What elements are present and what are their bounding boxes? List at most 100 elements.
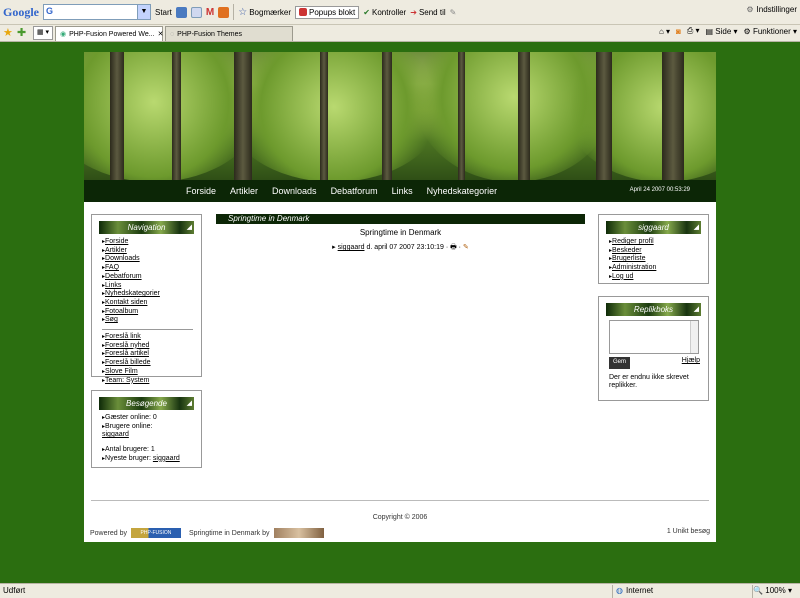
nav-item[interactable]: Foreslå billede (102, 359, 193, 368)
nav-link-downloads[interactable]: Downloads (272, 186, 317, 196)
page-menu-button[interactable]: ▤ Side ▾ (706, 27, 738, 36)
nav-item[interactable]: Links (102, 282, 193, 291)
tab-bar: ★ ✚ ▦ ▾ ◉ PHP-Fusion Powered We... ✕ ◌ P… (0, 25, 800, 42)
nav-item[interactable]: Nyhedskategorier (102, 290, 193, 299)
feeds-icon[interactable]: ◙ (676, 27, 681, 36)
nav-item[interactable]: Debatforum (102, 273, 193, 282)
news-date: d. april 07 2007 23:10:19 · (366, 244, 449, 251)
bookmarks-button[interactable]: ☆ Bogmærker (238, 7, 291, 18)
nav-item[interactable]: Slove Film (102, 368, 193, 377)
newest-user-link[interactable]: siggaard (153, 455, 180, 462)
nav-link-debatforum[interactable]: Debatforum (331, 186, 378, 196)
nav-item[interactable]: Team: System (102, 377, 193, 386)
popups-blocked-button[interactable]: Popups blokt (295, 5, 360, 19)
nav-item[interactable]: Fotoalbum (102, 308, 193, 317)
site-navbar: Forside Artikler Downloads Debatforum Li… (84, 180, 716, 202)
copyright-text: Copyright © 2006 (372, 514, 428, 521)
user-menu-item[interactable]: Beskeder (609, 247, 700, 256)
tools-menu-button[interactable]: ⚙ Funktioner ▾ (744, 27, 797, 36)
author-link[interactable]: siggaard (338, 244, 365, 251)
nav-item[interactable]: FAQ (102, 264, 193, 273)
send-to-button[interactable]: ➔ Send til (410, 8, 445, 17)
forest-banner-image (84, 52, 716, 180)
phpfusion-badge[interactable]: PHP-FUSION (130, 528, 181, 538)
favorites-star-icon[interactable]: ★ (3, 25, 17, 41)
shout-textarea[interactable] (609, 320, 699, 354)
pen-icon[interactable]: ✎ (450, 8, 457, 17)
collapse-icon[interactable]: ◢ (694, 221, 699, 234)
loading-icon: ◌ (170, 30, 175, 38)
user-panel: siggaard◢ Rediger profil Beskeder Bruger… (598, 214, 709, 284)
add-favorites-icon[interactable]: ✚ (17, 25, 31, 41)
check-button[interactable]: ✔ Kontroller (363, 8, 406, 17)
popup-block-icon (299, 8, 308, 16)
close-icon[interactable]: ✕ (158, 27, 164, 42)
shout-empty-text: Der er endnu ikke skrevet replikker. (609, 374, 689, 389)
collapse-icon[interactable]: ◢ (187, 397, 192, 410)
users-online: Brugere online: (102, 423, 193, 432)
nav-item[interactable]: Forside (102, 238, 193, 247)
bullet-icon: ▸ (332, 244, 336, 251)
theme-author-badge[interactable] (273, 528, 324, 538)
google-logo: Google (3, 4, 39, 19)
visitors-panel: Besøgende◢ Gæster online: 0 Brugere onli… (91, 390, 202, 468)
nav-item[interactable]: Artikler (102, 247, 193, 256)
news-title: Springtime in Denmark (359, 228, 442, 237)
nav-item[interactable]: Foreslå artikel (102, 350, 193, 359)
nav-item[interactable]: Kontakt siden (102, 299, 193, 308)
shout-submit-button[interactable]: Gem (609, 357, 631, 369)
help-link[interactable]: Hjælp (682, 357, 700, 365)
nav-link-artikler[interactable]: Artikler (230, 186, 258, 196)
gmail-icon[interactable]: M (206, 7, 214, 18)
google-search-input[interactable]: G ▼ (43, 4, 151, 20)
home-icon[interactable]: ⌂ ▾ (659, 27, 670, 36)
nav-item[interactable]: Downloads (102, 255, 193, 264)
send-icon: ➔ (410, 7, 417, 17)
nav-item[interactable]: Søg (102, 316, 193, 325)
tab-phpfusion-powered[interactable]: ◉ PHP-Fusion Powered We... ✕ (55, 26, 163, 41)
chevron-down-icon[interactable]: ▼ (137, 5, 150, 19)
nav-item[interactable]: Foreslå link (102, 333, 193, 342)
collapse-icon[interactable]: ◢ (694, 303, 699, 316)
guests-online: Gæster online: 0 (102, 414, 193, 423)
print-icon[interactable]: 🖶 (450, 244, 457, 251)
site-date: April 24 2007 00:53:29 (629, 187, 690, 193)
blogger-icon[interactable] (218, 6, 230, 18)
calendar-icon[interactable] (190, 6, 202, 18)
registered-users: Antal brugere: 1 (102, 446, 193, 455)
user-panel-header: siggaard ◢ (606, 221, 701, 234)
user-menu-item[interactable]: Brugerliste (609, 255, 700, 264)
wrench-icon[interactable]: ⚙ (746, 5, 753, 14)
toolbar-divider (233, 4, 235, 20)
nav-link-forside[interactable]: Forside (186, 186, 216, 196)
shoutbox-panel: Replikboks ◢ Gem Hjælp Der er endnu ikke … (598, 296, 709, 401)
news-caption: Springtime in Denmark (216, 214, 585, 224)
status-bar: Udført ◍ Internet 🔍 100% ▾ (0, 583, 800, 598)
shoutbox-panel-header: Replikboks ◢ (606, 303, 701, 316)
start-button[interactable]: Start (155, 8, 172, 17)
tab-phpfusion-themes[interactable]: ◌ PHP-Fusion Themes (165, 26, 293, 41)
nav-link-links[interactable]: Links (392, 186, 413, 196)
visit-counter: 1 Unikt besøg (666, 528, 710, 535)
user-menu-item[interactable]: Log ud (609, 273, 700, 282)
online-user-link[interactable]: siggaard (102, 431, 129, 438)
scrollbar[interactable] (690, 321, 698, 353)
globe-icon: ◍ (616, 586, 623, 595)
checkmark-icon: ✔ (363, 7, 370, 17)
user-menu-item[interactable]: Rediger profil (609, 238, 700, 247)
collapse-icon[interactable]: ◢ (187, 221, 192, 234)
user-menu-item[interactable]: Administration (609, 264, 700, 273)
news-icon[interactable] (175, 6, 187, 18)
edit-pencil-icon[interactable]: ✎ (463, 244, 469, 251)
quick-tabs-icon[interactable]: ▦ ▾ (33, 26, 53, 40)
zoom-level[interactable]: 🔍 100% ▾ (753, 586, 792, 595)
navigation-panel-header: Navigation ◢ (99, 221, 194, 234)
footer-divider (91, 500, 709, 501)
powered-by: Powered by PHP-FUSION Springtime in Denm… (90, 528, 324, 538)
settings-button[interactable]: Indstillinger (757, 5, 797, 14)
navigation-panel: Navigation◢ Forside Artikler Downloads F… (91, 214, 202, 384)
page-icon: ◉ (60, 30, 67, 38)
google-toolbar: Google G ▼ Start M ☆ Bogmærker Popups blo… (0, 0, 800, 25)
nav-link-nyhedskategorier[interactable]: Nyhedskategorier (427, 186, 498, 196)
print-icon[interactable]: ⎙ ▾ (687, 26, 700, 36)
